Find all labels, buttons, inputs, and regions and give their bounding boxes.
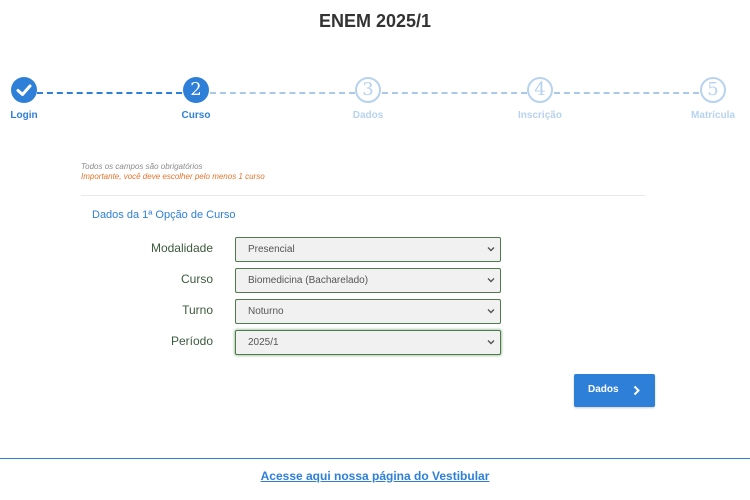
step-circle: 3	[355, 77, 381, 103]
curso-select[interactable]: Biomedicina (Bacharelado)	[235, 268, 501, 293]
check-icon	[16, 84, 32, 96]
step-label: Curso	[181, 110, 211, 121]
turno-label: Turno	[182, 303, 213, 317]
step-circle: 5	[700, 77, 726, 103]
step-circle: 2	[183, 77, 209, 103]
periodo-label: Período	[170, 334, 213, 348]
turno-select[interactable]: Noturno	[235, 299, 501, 324]
page-title: ENEM 2025/1	[318, 11, 432, 31]
section-title: Dados da 1ª Opção de Curso	[92, 209, 236, 221]
divider	[81, 195, 645, 196]
curso-value: Biomedicina (Bacharelado)	[248, 275, 369, 286]
step-dados: 3 Dados	[338, 77, 398, 121]
turno-value: Noturno	[248, 306, 284, 317]
periodo-select[interactable]: 2025/1	[235, 330, 501, 355]
modalidade-value: Presencial	[248, 244, 295, 255]
chevron-down-icon	[487, 340, 495, 345]
step-connector	[554, 92, 699, 94]
modalidade-label: Modalidade	[150, 241, 213, 255]
step-curso: 2 Curso	[166, 77, 226, 121]
step-connector	[210, 92, 355, 94]
vestibular-link[interactable]: Acesse aqui nossa página do Vestibular	[0, 469, 750, 483]
modalidade-row: Modalidade Presencial	[0, 237, 750, 262]
required-fields-note: Todos os campos são obrigatórios	[81, 162, 203, 171]
step-label: Dados	[352, 110, 384, 121]
periodo-value: 2025/1	[248, 337, 279, 348]
step-circle	[11, 77, 37, 103]
next-button-label: Dados	[588, 384, 619, 395]
step-label: Inscrição	[518, 110, 562, 121]
step-circle: 4	[527, 77, 553, 103]
curso-label: Curso	[180, 272, 213, 286]
step-label: Login	[10, 110, 38, 121]
footer-divider	[0, 458, 750, 459]
turno-row: Turno Noturno	[0, 299, 750, 324]
periodo-row: Período 2025/1	[0, 330, 750, 355]
step-matricula: 5 Matrícula	[683, 77, 743, 121]
step-connector	[382, 92, 527, 94]
chevron-down-icon	[487, 309, 495, 314]
step-login: Login	[0, 77, 54, 121]
modalidade-select[interactable]: Presencial	[235, 237, 501, 262]
step-label: Matrícula	[691, 110, 735, 121]
next-dados-button[interactable]: Dados	[574, 374, 655, 407]
chevron-down-icon	[487, 278, 495, 283]
chevron-right-icon	[633, 385, 640, 396]
step-inscricao: 4 Inscrição	[510, 77, 570, 121]
step-connector	[37, 92, 182, 94]
progress-stepper: Login 2 Curso 3 Dados 4 Inscrição 5 Matr…	[0, 77, 750, 127]
important-note: Importante, você deve escolher pelo meno…	[81, 172, 265, 181]
chevron-down-icon	[487, 247, 495, 252]
curso-row: Curso Biomedicina (Bacharelado)	[0, 268, 750, 293]
